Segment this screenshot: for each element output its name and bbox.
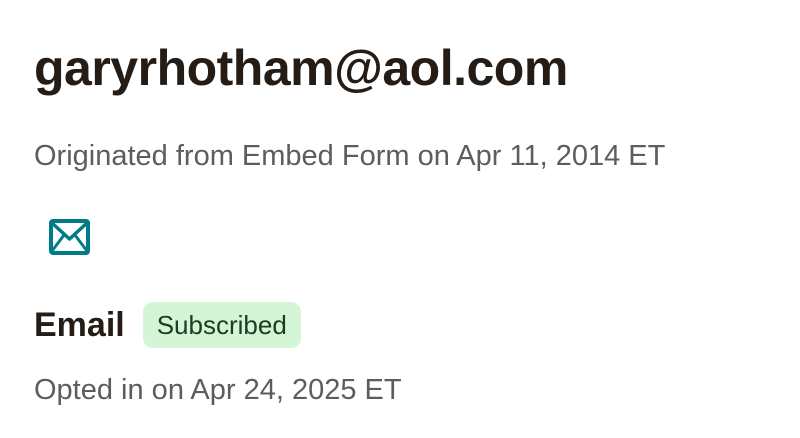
origin-text: Originated from Embed Form on Apr 11, 20…: [34, 140, 666, 172]
status-badge: Subscribed: [142, 302, 301, 348]
channel-label: Email: [34, 306, 125, 344]
opt-in-text: Opted in on Apr 24, 2025 ET: [34, 374, 402, 406]
contact-email-title: garyrhotham@aol.com: [34, 40, 568, 96]
channel-row: Email Subscribed: [34, 302, 301, 348]
mail-icon: [48, 218, 91, 256]
